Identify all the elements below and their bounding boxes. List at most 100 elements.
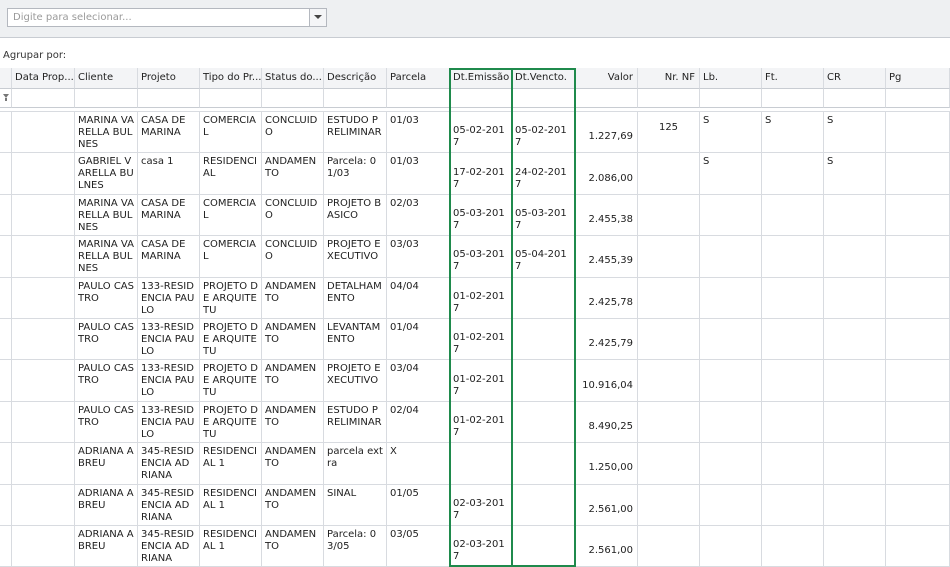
cell-pg[interactable] — [886, 112, 950, 154]
cell-pg[interactable] — [886, 277, 950, 319]
cell-data-prop[interactable] — [12, 277, 75, 319]
cell-cr[interactable] — [824, 360, 886, 402]
row-indicator[interactable] — [0, 360, 12, 402]
cell-descricao[interactable]: PROJETO EXECUTIVO — [324, 360, 387, 402]
cell-dt-vencto[interactable]: 05-04-2017 — [512, 236, 575, 278]
cell-tipo[interactable]: PROJETO DE ARQUITETU — [200, 401, 262, 444]
cell-projeto[interactable]: 345-RESIDENCIA ADRIANA — [138, 526, 200, 567]
cell-cr[interactable] — [824, 401, 886, 444]
cell-descricao[interactable]: parcela extra — [324, 443, 387, 485]
cell-parcela[interactable]: 03/05 — [387, 526, 450, 567]
column-header-valor[interactable]: Valor — [575, 68, 638, 89]
cell-valor[interactable]: 2.425,79 — [575, 319, 638, 361]
cell-descricao[interactable]: ESTUDO PRELIMINAR — [324, 401, 387, 444]
cell-cliente[interactable]: MARINA VARELLA BULNES — [75, 236, 138, 278]
cell-valor[interactable]: 2.455,39 — [575, 236, 638, 278]
row-indicator[interactable] — [0, 443, 12, 485]
cell-nr-nf[interactable]: 125 — [638, 112, 700, 154]
cell-data-prop[interactable] — [12, 194, 75, 237]
cell-pg[interactable] — [886, 194, 950, 237]
cell-dt-vencto[interactable]: 24-02-2017 — [512, 153, 575, 195]
cell-lb[interactable] — [700, 401, 762, 444]
cell-cliente[interactable]: PAULO CASTRO — [75, 360, 138, 402]
column-header-status[interactable]: Status do... — [262, 68, 324, 89]
cell-dt-vencto[interactable] — [512, 526, 575, 567]
cell-cliente[interactable]: MARINA VARELLA BULNES — [75, 112, 138, 154]
cell-ft[interactable] — [762, 153, 824, 195]
cell-projeto[interactable]: CASA DE MARINA — [138, 112, 200, 154]
filter-cell-valor[interactable] — [575, 89, 638, 108]
cell-ft[interactable] — [762, 443, 824, 485]
select-combobox[interactable]: Digite para selecionar... — [7, 8, 327, 27]
column-header-projeto[interactable]: Projeto — [138, 68, 200, 89]
cell-descricao[interactable]: ESTUDO PRELIMINAR — [324, 112, 387, 154]
column-header-parcela[interactable]: Parcela — [387, 68, 450, 89]
cell-cr[interactable]: S — [824, 112, 886, 154]
cell-status[interactable]: ANDAMENTO — [262, 401, 324, 444]
cell-valor[interactable]: 2.561,00 — [575, 484, 638, 526]
cell-lb[interactable] — [700, 319, 762, 361]
cell-dt-emissao[interactable]: 05-03-2017 — [450, 236, 512, 278]
cell-valor[interactable]: 1.250,00 — [575, 443, 638, 485]
cell-projeto[interactable]: 133-RESIDENCIA PAULO — [138, 319, 200, 361]
table-row[interactable]: MARINA VARELLA BULNES CASA DE MARINA COMER… — [0, 236, 950, 278]
cell-nr-nf[interactable] — [638, 194, 700, 237]
cell-cliente[interactable]: GABRIEL VARELLA BULNES — [75, 153, 138, 195]
row-indicator[interactable] — [0, 153, 12, 195]
cell-status[interactable]: ANDAMENTO — [262, 319, 324, 361]
cell-lb[interactable] — [700, 277, 762, 319]
cell-descricao[interactable]: Parcela: 03/05 — [324, 526, 387, 567]
cell-data-prop[interactable] — [12, 360, 75, 402]
cell-parcela[interactable]: 01/04 — [387, 319, 450, 361]
table-row[interactable]: ADRIANA ABREU 345-RESIDENCIA ADRIANA RESID… — [0, 484, 950, 526]
cell-parcela[interactable]: 02/03 — [387, 194, 450, 237]
cell-tipo[interactable]: PROJETO DE ARQUITETU — [200, 319, 262, 361]
cell-cr[interactable]: S — [824, 153, 886, 195]
cell-dt-emissao[interactable] — [450, 443, 512, 485]
column-header-tipo[interactable]: Tipo do Pr... — [200, 68, 262, 89]
table-row[interactable]: PAULO CASTRO 133-RESIDENCIA PAULO PROJETO … — [0, 277, 950, 319]
cell-dt-emissao[interactable]: 02-03-2017 — [450, 526, 512, 567]
row-indicator[interactable] — [0, 277, 12, 319]
cell-status[interactable]: CONCLUIDO — [262, 236, 324, 278]
cell-nr-nf[interactable] — [638, 277, 700, 319]
cell-parcela[interactable]: 01/05 — [387, 484, 450, 526]
cell-parcela[interactable]: 03/03 — [387, 236, 450, 278]
cell-parcela[interactable]: 03/04 — [387, 360, 450, 402]
cell-projeto[interactable]: 133-RESIDENCIA PAULO — [138, 401, 200, 444]
cell-pg[interactable] — [886, 360, 950, 402]
cell-dt-emissao[interactable]: 01-02-2017 — [450, 360, 512, 402]
cell-cr[interactable] — [824, 484, 886, 526]
cell-cliente[interactable]: ADRIANA ABREU — [75, 484, 138, 526]
column-header-cliente[interactable]: Cliente — [75, 68, 138, 89]
cell-valor[interactable]: 1.227,69 — [575, 112, 638, 154]
cell-ft[interactable] — [762, 526, 824, 567]
cell-valor[interactable]: 10.916,04 — [575, 360, 638, 402]
row-indicator[interactable] — [0, 236, 12, 278]
cell-projeto[interactable]: 133-RESIDENCIA PAULO — [138, 360, 200, 402]
cell-status[interactable]: ANDAMENTO — [262, 526, 324, 567]
cell-lb[interactable] — [700, 443, 762, 485]
cell-status[interactable]: ANDAMENTO — [262, 443, 324, 485]
cell-descricao[interactable]: SINAL — [324, 484, 387, 526]
cell-nr-nf[interactable] — [638, 153, 700, 195]
cell-pg[interactable] — [886, 526, 950, 567]
table-row[interactable]: GABRIEL VARELLA BULNES casa 1 RESIDENCIAL A… — [0, 153, 950, 195]
cell-valor[interactable]: 8.490,25 — [575, 401, 638, 444]
cell-ft[interactable] — [762, 484, 824, 526]
cell-ft[interactable] — [762, 236, 824, 278]
cell-projeto[interactable]: CASA DE MARINA — [138, 194, 200, 237]
cell-ft[interactable] — [762, 401, 824, 444]
table-row[interactable]: ADRIANA ABREU 345-RESIDENCIA ADRIANA RESID… — [0, 443, 950, 485]
cell-dt-vencto[interactable] — [512, 360, 575, 402]
row-indicator[interactable] — [0, 401, 12, 444]
cell-ft[interactable]: S — [762, 112, 824, 154]
cell-descricao[interactable]: DETALHAMENTO — [324, 277, 387, 319]
cell-tipo[interactable]: RESIDENCIAL 1 — [200, 484, 262, 526]
cell-parcela[interactable]: 04/04 — [387, 277, 450, 319]
cell-dt-vencto[interactable] — [512, 443, 575, 485]
cell-tipo[interactable]: RESIDENCIAL — [200, 153, 262, 195]
cell-cr[interactable] — [824, 194, 886, 237]
cell-tipo[interactable]: PROJETO DE ARQUITETU — [200, 277, 262, 319]
cell-pg[interactable] — [886, 443, 950, 485]
